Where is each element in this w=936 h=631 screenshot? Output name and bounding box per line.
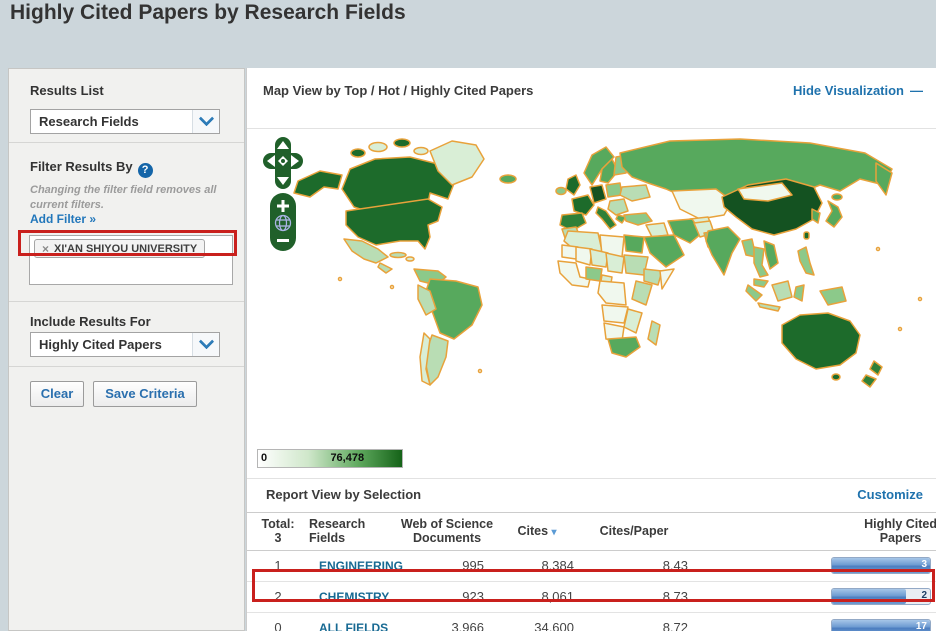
row-documents: 995 (397, 550, 497, 582)
row-documents: 3,966 (397, 612, 497, 631)
filter-tag-label: XI'AN SHIYOU UNIVERSITY (54, 242, 198, 255)
column-header-cites[interactable]: Cites ▾ (497, 512, 577, 551)
highly-cited-count: 2 (921, 590, 927, 602)
row-rank: 1 (247, 550, 309, 582)
map-view-title: Map View by Top / Hot / Highly Cited Pap… (263, 83, 534, 98)
table-row-engineering: 1 ENGINEERING 995 8,384 8.43 3 (247, 550, 936, 582)
column-header-highly-cited[interactable]: Highly Cited Papers (691, 512, 936, 551)
filter-note: Changing the filter field removes all cu… (30, 184, 217, 211)
row-cites-per-paper: 8.43 (577, 550, 691, 582)
table-row-all-fields: 0 ALL FIELDS 3,966 34,600 8.72 17 (247, 612, 936, 631)
legend-max-value: 76,478 (330, 452, 365, 464)
divider (247, 478, 936, 479)
row-cites: 8,384 (497, 550, 577, 582)
legend-min-value: 0 (261, 452, 268, 464)
highly-cited-bar: 3 (831, 557, 931, 575)
column-header-cites-per-paper[interactable]: Cites/Paper (577, 512, 691, 551)
page-title: Highly Cited Papers by Research Fields (10, 1, 406, 24)
hide-visualization-label: Hide Visualization (792, 83, 904, 98)
remove-filter-icon[interactable]: × (42, 242, 49, 256)
save-criteria-button[interactable]: Save Criteria (93, 381, 197, 407)
table-header-row: Total: 3 Research Fields Web of Science D… (247, 512, 936, 551)
report-view-title: Report View by Selection (266, 487, 422, 502)
divider (9, 366, 244, 367)
cites-label: Cites (517, 524, 549, 539)
filter-tag[interactable]: × XI'AN SHIYOU UNIVERSITY (34, 239, 206, 258)
divider (9, 142, 244, 143)
help-icon[interactable]: ? (137, 163, 153, 178)
highly-cited-bar: 2 (831, 588, 931, 606)
row-cites-per-paper: 8.73 (577, 581, 691, 613)
row-cites-per-paper: 8.72 (577, 612, 691, 631)
total-header: Total: 3 (247, 512, 309, 551)
row-rank: 2 (247, 581, 309, 613)
clear-button[interactable]: Clear (30, 381, 84, 407)
customize-link[interactable]: Customize (857, 487, 923, 502)
results-list-value: Research Fields (39, 114, 139, 129)
row-cites: 34,600 (497, 612, 577, 631)
add-filter-link[interactable]: Add Filter » (30, 212, 96, 226)
row-cites: 8,061 (497, 581, 577, 613)
include-results-label: Include Results For (30, 314, 151, 329)
report-table: Total: 3 Research Fields Web of Science D… (247, 512, 936, 631)
sidebar: Results List Research Fields Filter Resu… (8, 68, 245, 631)
sort-desc-icon: ▾ (551, 527, 557, 539)
column-header-research-fields[interactable]: Research Fields (309, 512, 397, 551)
main-panel: Map View by Top / Hot / Highly Cited Pap… (246, 68, 936, 631)
field-link-engineering[interactable]: ENGINEERING (319, 559, 403, 573)
total-label: Total: (261, 517, 295, 531)
filter-list-box[interactable]: × XI'AN SHIYOU UNIVERSITY (29, 235, 233, 285)
highly-cited-count: 17 (915, 621, 927, 631)
row-rank: 0 (247, 612, 309, 631)
world-map[interactable] (280, 129, 936, 444)
filter-results-by-text: Filter Results By (30, 159, 133, 174)
minus-icon: — (910, 83, 923, 98)
highly-cited-bar: 17 (831, 619, 931, 631)
row-documents: 923 (397, 581, 497, 613)
hide-visualization-link[interactable]: Hide Visualization — (793, 83, 923, 98)
app-window: Highly Cited Papers by Research Fields R… (0, 0, 936, 631)
field-link-chemistry[interactable]: CHEMISTRY (319, 590, 389, 604)
results-list-label: Results List (30, 83, 104, 98)
chevron-down-icon[interactable] (192, 110, 219, 133)
results-list-select[interactable]: Research Fields (30, 109, 220, 134)
total-value: 3 (274, 531, 282, 546)
chevron-down-icon[interactable] (192, 333, 219, 356)
field-link-all-fields[interactable]: ALL FIELDS (319, 621, 388, 631)
column-header-documents[interactable]: Web of Science Documents (397, 512, 497, 551)
table-row-chemistry: 2 CHEMISTRY 923 8,061 8.73 2 (247, 581, 936, 613)
include-results-select[interactable]: Highly Cited Papers (30, 332, 220, 357)
divider (9, 301, 244, 302)
include-results-value: Highly Cited Papers (39, 337, 162, 352)
map-color-legend: 0 76,478 (257, 449, 403, 468)
highly-cited-label: Highly Cited Papers (864, 517, 936, 546)
highly-cited-count: 3 (921, 559, 927, 571)
filter-results-by-label: Filter Results By? (30, 159, 153, 178)
